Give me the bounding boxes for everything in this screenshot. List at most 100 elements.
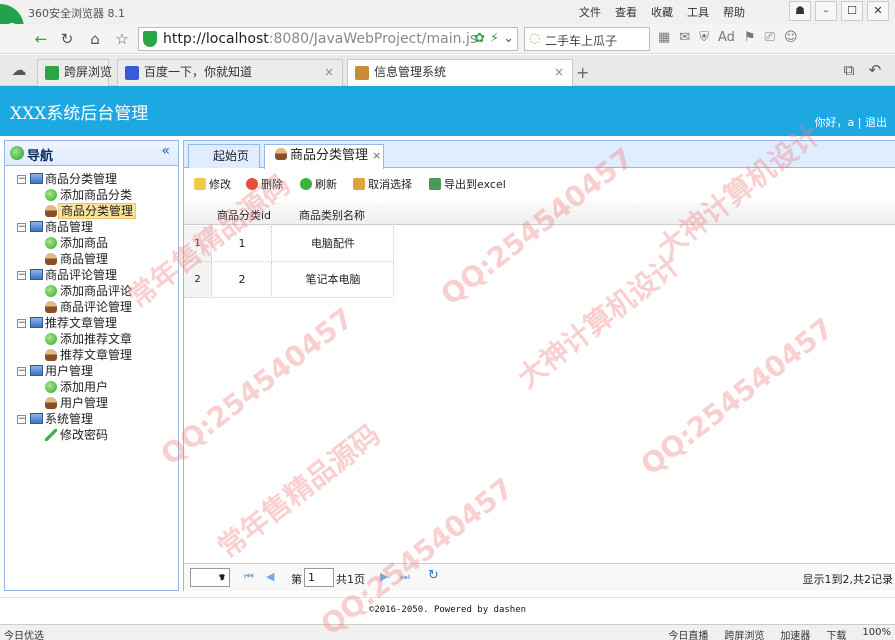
nav-item-label: 商品分类管理 bbox=[58, 203, 137, 219]
menu-view[interactable]: 查看 bbox=[615, 4, 637, 20]
nav-group[interactable]: − 用户管理 bbox=[5, 363, 178, 379]
refresh-icon bbox=[300, 178, 312, 190]
back-icon[interactable]: ← bbox=[30, 28, 52, 50]
apps-icon[interactable]: ▦ bbox=[658, 30, 670, 45]
nav-item-label: 添加用户 bbox=[60, 380, 109, 394]
tab-list-icon[interactable]: ⧉ bbox=[838, 59, 860, 81]
nav-item[interactable]: 推荐文章管理 bbox=[5, 347, 178, 363]
nav-group-label: 商品分类管理 bbox=[45, 172, 118, 186]
edit-button[interactable]: 修改 bbox=[194, 176, 231, 192]
address-bar[interactable]: http://localhost:8080/JavaWebProject/mai… bbox=[138, 27, 518, 51]
page-size-select[interactable]: 5 ▼ bbox=[190, 568, 230, 587]
monitor-icon bbox=[30, 413, 43, 424]
collapse-toggle-icon[interactable]: − bbox=[17, 367, 26, 376]
status-accelerator[interactable]: 加速器 bbox=[780, 627, 810, 640]
delete-button[interactable]: 删除 bbox=[246, 176, 283, 192]
dropdown-arrow-icon: ▼ bbox=[218, 573, 225, 582]
refresh-button[interactable]: 刷新 bbox=[300, 176, 337, 192]
home-icon[interactable]: ⌂ bbox=[84, 28, 106, 50]
user-icon bbox=[275, 148, 287, 160]
status-download[interactable]: 下载 bbox=[826, 627, 846, 640]
close-tab-icon[interactable]: × bbox=[324, 60, 334, 84]
star-icon[interactable]: ☆ bbox=[111, 28, 133, 50]
collapse-toggle-icon[interactable]: − bbox=[17, 319, 26, 328]
prev-page-icon[interactable]: ◀ bbox=[266, 570, 274, 583]
browser-tab-info-system[interactable]: 信息管理系统 × bbox=[347, 59, 573, 87]
user-icon bbox=[45, 397, 57, 409]
extension-icon[interactable]: ⚑ bbox=[744, 30, 756, 45]
account-icon[interactable]: ☺ bbox=[784, 30, 798, 45]
export-excel-button[interactable]: 导出到excel bbox=[429, 176, 506, 192]
menu-help[interactable]: 帮助 bbox=[723, 4, 745, 20]
nav-group[interactable]: − 系统管理 bbox=[5, 411, 178, 427]
first-page-icon[interactable]: ⏮ bbox=[244, 570, 254, 584]
browser-tab-baidu[interactable]: 百度一下，你就知道 × bbox=[117, 59, 343, 86]
cloud-icon[interactable]: ☁ bbox=[8, 59, 30, 81]
nav-item[interactable]: 添加用户 bbox=[5, 379, 178, 395]
reload-icon[interactable]: ↻ bbox=[56, 28, 78, 50]
maximize-icon[interactable]: ☐ bbox=[841, 1, 863, 21]
nav-item[interactable]: 添加商品评论 bbox=[5, 283, 178, 299]
chevron-down-icon[interactable]: ⌄ bbox=[503, 31, 514, 46]
nav-item-label: 添加推荐文章 bbox=[60, 332, 133, 346]
status-live[interactable]: 今日直播 bbox=[668, 627, 708, 640]
collapse-toggle-icon[interactable]: − bbox=[17, 175, 26, 184]
collapse-toggle-icon[interactable]: − bbox=[17, 415, 26, 424]
user-logout-links[interactable]: 你好，a | 退出 bbox=[815, 114, 887, 130]
close-tab-icon[interactable]: × bbox=[554, 60, 564, 84]
status-cross-screen[interactable]: 跨屏浏览 bbox=[724, 627, 764, 640]
close-tab-icon[interactable]: × bbox=[372, 149, 381, 162]
tab-category-management[interactable]: 商品分类管理 × bbox=[264, 144, 384, 169]
nav-item[interactable]: 添加推荐文章 bbox=[5, 331, 178, 347]
nav-group[interactable]: − 推荐文章管理 bbox=[5, 315, 178, 331]
add-icon bbox=[45, 381, 57, 393]
nav-item[interactable]: 用户管理 bbox=[5, 395, 178, 411]
adblock-icon[interactable]: Ad bbox=[718, 30, 735, 45]
lightning-icon[interactable]: ⚡ bbox=[490, 31, 499, 46]
nav-item[interactable]: 修改密码 bbox=[5, 427, 178, 443]
nav-item-label: 修改密码 bbox=[60, 428, 109, 442]
add-icon bbox=[45, 285, 57, 297]
mail-icon[interactable]: ✉ bbox=[679, 30, 690, 45]
collapse-toggle-icon[interactable]: − bbox=[17, 223, 26, 232]
table-row[interactable]: 2 2 笔记本电脑 bbox=[184, 262, 394, 298]
pager-refresh-icon[interactable]: ↻ bbox=[428, 568, 439, 583]
status-zoom[interactable]: 100% bbox=[862, 627, 891, 640]
browser-search-box[interactable]: ◌ 二手车上瓜子 bbox=[524, 27, 650, 51]
column-header-name[interactable]: 商品类别名称 bbox=[299, 207, 365, 223]
page-number-input[interactable]: 1 bbox=[304, 568, 334, 587]
menu-file[interactable]: 文件 bbox=[579, 4, 601, 20]
last-page-icon[interactable]: ⏭ bbox=[400, 570, 410, 584]
close-icon[interactable]: ✕ bbox=[867, 1, 889, 21]
new-tab-icon[interactable]: + bbox=[576, 63, 589, 82]
nav-item[interactable]: 商品分类管理 bbox=[5, 203, 178, 219]
nav-item[interactable]: 添加商品分类 bbox=[5, 187, 178, 203]
nav-item[interactable]: 添加商品 bbox=[5, 235, 178, 251]
minimize-icon[interactable]: – bbox=[815, 1, 837, 21]
screenshot-icon[interactable]: ⎚ bbox=[765, 30, 775, 45]
table-row[interactable]: 1 1 电脑配件 bbox=[184, 226, 394, 262]
nav-item[interactable]: 商品评论管理 bbox=[5, 299, 178, 315]
nav-item-label: 推荐文章管理 bbox=[60, 348, 133, 362]
menu-favorites[interactable]: 收藏 bbox=[651, 4, 673, 20]
app-title: XXX系统后台管理 bbox=[10, 104, 149, 124]
nav-group[interactable]: − 商品管理 bbox=[5, 219, 178, 235]
skin-icon[interactable]: ☗ bbox=[789, 1, 811, 21]
nav-group[interactable]: − 商品分类管理 bbox=[5, 171, 178, 187]
menu-tools[interactable]: 工具 bbox=[687, 4, 709, 20]
collapse-icon[interactable]: « bbox=[161, 143, 170, 159]
browser-tab-cross-screen[interactable]: 跨屏浏览 bbox=[37, 59, 112, 86]
refresh-green-icon[interactable]: ✿ bbox=[474, 31, 485, 46]
shield-icon[interactable]: ⛨ bbox=[699, 30, 709, 45]
tab-home[interactable]: 起始页 bbox=[188, 144, 260, 168]
cancel-select-button[interactable]: 取消选择 bbox=[353, 176, 412, 192]
status-items: 今日直播 跨屏浏览 加速器 下载 100% bbox=[668, 627, 891, 640]
collapse-toggle-icon[interactable]: − bbox=[17, 271, 26, 280]
undo-close-icon[interactable]: ↶ bbox=[864, 59, 886, 81]
nav-item[interactable]: 商品管理 bbox=[5, 251, 178, 267]
column-header-id[interactable]: 商品分类id bbox=[217, 207, 272, 223]
nav-group[interactable]: − 商品评论管理 bbox=[5, 267, 178, 283]
add-icon bbox=[45, 333, 57, 345]
next-page-icon[interactable]: ▶ bbox=[380, 570, 388, 583]
status-today-picks[interactable]: 今日优选 bbox=[4, 627, 44, 640]
